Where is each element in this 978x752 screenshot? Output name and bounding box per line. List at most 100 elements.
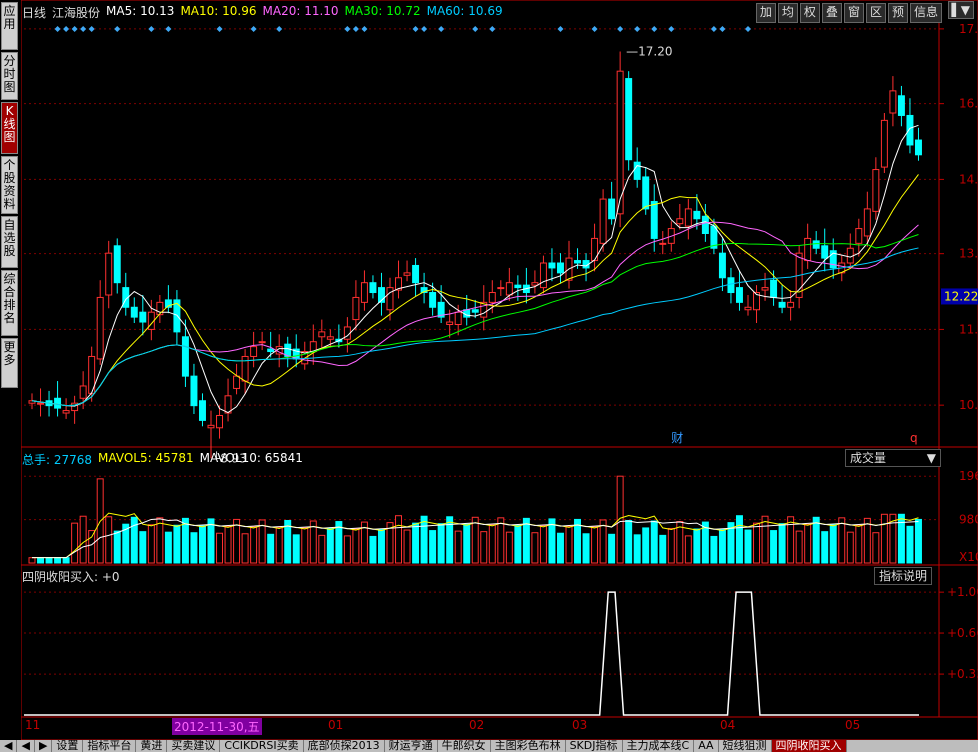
bottom-tab-5[interactable]: 底部侦探2013 — [304, 740, 385, 752]
signal-diamond — [438, 26, 445, 32]
sidebar-tab-6[interactable]: 更多 — [1, 338, 18, 388]
sidebar-tab-1[interactable]: 分时图 — [1, 52, 18, 100]
toolbar-button-5[interactable]: 区 — [865, 3, 886, 23]
bottom-tab-2[interactable]: 黄进 — [136, 740, 168, 752]
candle-body — [514, 284, 522, 289]
price-tick-label: 17.66 — [959, 22, 978, 36]
nav-prev-icon[interactable]: ◀ — [17, 740, 35, 752]
bottom-tab-3[interactable]: 买卖建议 — [167, 740, 221, 752]
signal-diamond — [361, 26, 368, 32]
candle-body — [190, 375, 198, 407]
volume-bar — [897, 513, 905, 564]
signal-diamond — [276, 26, 283, 32]
bottom-tab-10[interactable]: 主力成本线C — [623, 740, 695, 752]
volume-bar — [275, 526, 283, 564]
bottom-tab-12[interactable]: 短线狙测 — [719, 740, 772, 752]
bottom-tab-0[interactable]: 设置 — [52, 740, 84, 752]
candle-body — [770, 279, 778, 298]
bottom-tab-7[interactable]: 牛郎织女 — [438, 740, 491, 752]
volume-bar — [531, 532, 539, 564]
candle-body — [787, 301, 795, 308]
toolbar-button-7[interactable]: 信息 — [909, 3, 942, 23]
bottom-tab-6[interactable]: 财运亨通 — [385, 740, 438, 752]
sidebar-tab-3[interactable]: 个股资料 — [1, 156, 18, 214]
sidebar-tab-4[interactable]: 自选股 — [1, 216, 18, 268]
candle-body — [897, 95, 905, 116]
sidebar-tab-2[interactable]: K线图 — [1, 102, 18, 154]
candle-body — [216, 414, 224, 429]
sidebar-tab-5[interactable]: 综合排名 — [1, 270, 18, 336]
volume-bar — [395, 515, 403, 564]
volume-bar — [71, 522, 79, 564]
bottom-tab-1[interactable]: 指标平台 — [83, 740, 137, 752]
volume-bar — [412, 522, 420, 564]
volume-bar — [906, 525, 914, 564]
sidebar-tab-0[interactable]: 应用 — [1, 2, 18, 50]
candle-body — [181, 336, 189, 377]
indicator-help-button[interactable]: 指标说明 — [874, 567, 933, 585]
bottom-tab-11[interactable]: AA — [694, 740, 719, 752]
candle-body — [650, 201, 658, 239]
chevron-down-icon: ▼ — [926, 451, 936, 465]
candle-body — [113, 245, 121, 284]
volume-indicator-select[interactable]: 成交量 ▼ — [845, 449, 941, 467]
volume-bar — [62, 557, 70, 564]
x-axis-label: 02 — [469, 718, 485, 732]
price-tick-label: 14.60 — [959, 172, 978, 186]
signal-diamond — [148, 26, 155, 32]
candle-body — [360, 282, 368, 303]
nav-first-icon[interactable]: ◀ — [0, 740, 18, 752]
candle-body — [880, 119, 888, 168]
bottom-tab-4[interactable]: CCIKDRSI买卖 — [220, 740, 304, 752]
period-label[interactable]: 日线 — [22, 4, 46, 20]
bottom-tab-8[interactable]: 主图彩色布林 — [491, 740, 566, 752]
signal-diamond — [412, 26, 419, 32]
signal-diamond — [651, 26, 658, 32]
signal-diamond — [71, 26, 78, 32]
bottom-tab-13[interactable]: 四阴收阳买入 — [771, 740, 847, 752]
finance-marker: 财 — [671, 431, 683, 445]
candle-body — [403, 272, 411, 276]
candle-body — [497, 287, 505, 290]
toolbar-button-3[interactable]: 叠 — [821, 3, 842, 23]
volume-bar — [318, 534, 326, 564]
volume-label-2: MAVOL10: 65841 — [199, 451, 303, 465]
toolbar-button-1[interactable]: 均 — [777, 3, 798, 23]
signal-diamond — [421, 26, 428, 32]
toolbar-button-2[interactable]: 权 — [799, 3, 820, 23]
volume-bar — [821, 531, 829, 564]
signal-diamond — [710, 26, 717, 32]
volume-bar — [650, 520, 658, 564]
volume-bar — [437, 523, 445, 564]
chart-canvas[interactable]: 10.01 11.55 13.09 14.60 16.14 17.66 12.22 —17.2… — [20, 0, 978, 741]
candle-body — [625, 78, 633, 161]
toolbar-button-6[interactable]: 预 — [887, 3, 908, 23]
candle-body — [130, 306, 138, 318]
bottom-tab-9[interactable]: SKDJ指标 — [566, 740, 623, 752]
candle-body — [531, 282, 539, 286]
toolbar-button-0[interactable]: 加 — [755, 3, 776, 23]
volume-bar — [591, 526, 599, 564]
volume-tick-label: 9800 — [959, 513, 978, 527]
candle-body — [488, 292, 496, 303]
toolbar-button-4[interactable]: 窗 — [843, 3, 864, 23]
menu-arrow-icon[interactable]: ▌▼ — [947, 1, 974, 19]
volume-bar — [497, 517, 505, 564]
volume-bar — [488, 524, 496, 564]
signal-diamond — [250, 26, 257, 32]
volume-bar — [795, 530, 803, 564]
volume-bar — [369, 535, 377, 564]
signal-diamond — [617, 26, 624, 32]
volume-bar — [829, 524, 837, 564]
candle-body — [727, 277, 735, 294]
candle-body — [539, 262, 547, 289]
x-axis-label: 03 — [572, 718, 588, 732]
signal-diamond — [557, 26, 564, 32]
ma-label-0: MA5: 10.13 — [106, 4, 175, 18]
nav-next-icon[interactable]: ▶ — [35, 740, 53, 752]
volume-bar — [735, 515, 743, 564]
volume-bar — [710, 535, 718, 564]
candle-body — [37, 402, 45, 405]
signal-diamond — [719, 26, 726, 32]
volume-bar — [693, 528, 701, 564]
